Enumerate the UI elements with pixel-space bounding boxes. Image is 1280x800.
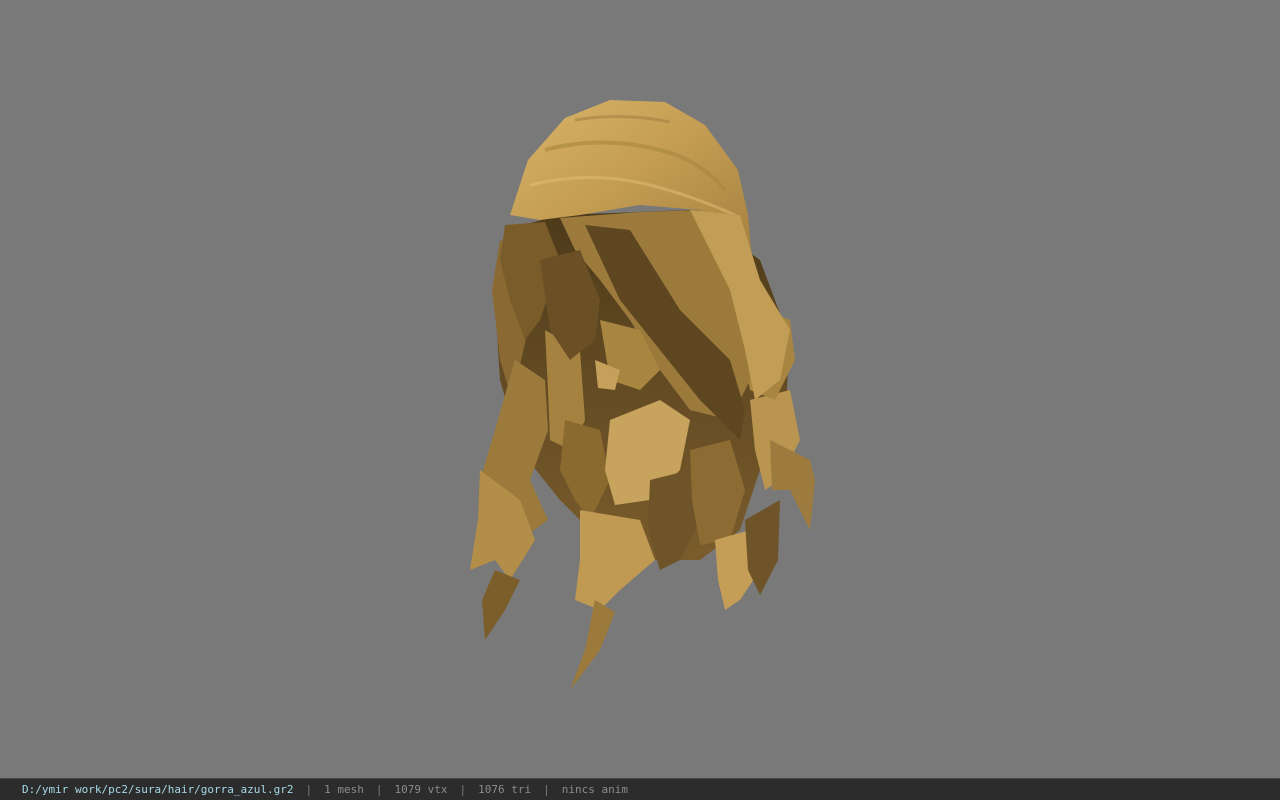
status-separator: | [543,783,550,796]
3d-viewport[interactable] [0,0,1280,778]
hair-strand [570,600,615,690]
file-path-label: D:/ymir work/pc2/sura/hair/gorra_azul.gr… [22,783,294,796]
hair-strand [482,570,520,640]
vertex-count-label: 1079 vtx [394,783,448,796]
animation-status-label: nincs anim [561,783,628,796]
mesh-count-label: 1 mesh [324,783,364,796]
hair-model-render[interactable] [0,0,1280,778]
status-bar: D:/ymir work/pc2/sura/hair/gorra_azul.gr… [0,778,1280,800]
status-separator: | [305,783,313,796]
status-separator: | [375,783,383,796]
status-separator: | [459,783,467,796]
triangle-count-label: 1076 tri [478,783,532,796]
